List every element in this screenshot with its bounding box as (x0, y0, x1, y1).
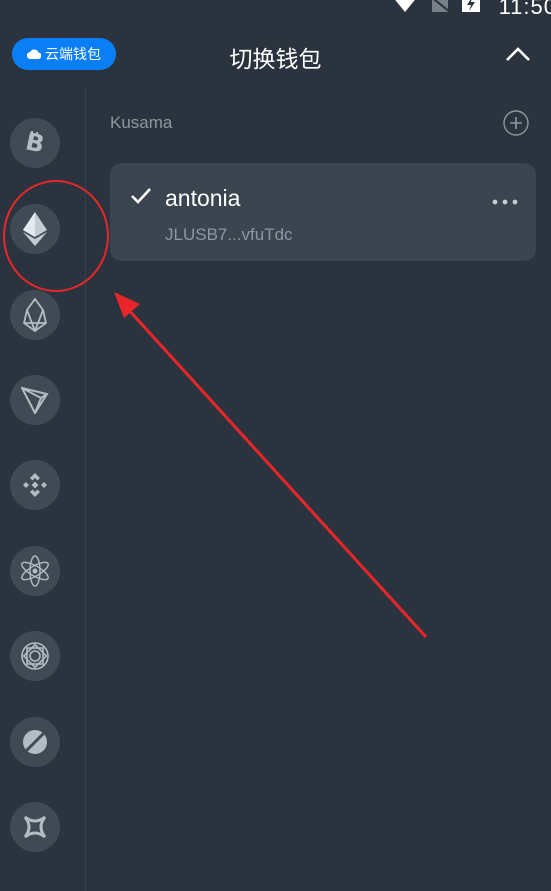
wifi-icon (392, 0, 418, 17)
header: 云端钱包 切换钱包 (0, 30, 551, 82)
wallet-name: antonia (165, 185, 241, 211)
chain-section-label: Kusama (110, 113, 173, 132)
add-wallet-button[interactable] (503, 110, 529, 136)
tron-icon (21, 386, 49, 414)
chain-item-ontology[interactable] (10, 717, 60, 767)
chain-item-ethereum[interactable] (10, 204, 60, 254)
chain-sidebar: B (0, 88, 86, 891)
iris-icon (19, 640, 51, 672)
chain-item-eos[interactable] (10, 290, 60, 340)
cosmos-icon (19, 555, 51, 587)
ethereum-icon (23, 212, 47, 246)
collapse-button[interactable] (505, 44, 531, 64)
check-icon (130, 187, 152, 210)
chain-item-bitcoin[interactable]: B (10, 118, 60, 168)
chain-item-iris[interactable] (10, 631, 60, 681)
plus-circle-icon (503, 110, 529, 140)
wallet-address: JLUSB7...vfuTdc (165, 225, 293, 244)
more-dots-icon (492, 193, 518, 210)
cross-chain-icon (19, 811, 51, 843)
svg-text:B: B (23, 129, 47, 157)
annotation-arrowhead (114, 292, 140, 318)
bitcoin-icon: B (21, 129, 49, 157)
no-sim-icon (430, 0, 451, 17)
chain-item-polkadot-like[interactable] (10, 802, 60, 852)
chevron-up-icon (505, 47, 531, 68)
chain-item-binance[interactable] (10, 460, 60, 510)
chain-item-cosmos[interactable] (10, 546, 60, 596)
page-title: 切换钱包 (229, 46, 322, 72)
battery-charging-icon (462, 0, 480, 17)
ontology-icon (20, 727, 50, 757)
binance-icon (20, 470, 50, 500)
chain-item-tron[interactable] (10, 375, 60, 425)
eos-icon (23, 298, 47, 332)
wallet-card[interactable]: antonia JLUSB7...vfuTdc (110, 163, 536, 261)
status-bar: 11:50 (0, 0, 551, 24)
status-time: 11:50 (498, 0, 551, 19)
annotation-arrow (125, 306, 428, 639)
wallet-more-button[interactable] (492, 193, 518, 205)
